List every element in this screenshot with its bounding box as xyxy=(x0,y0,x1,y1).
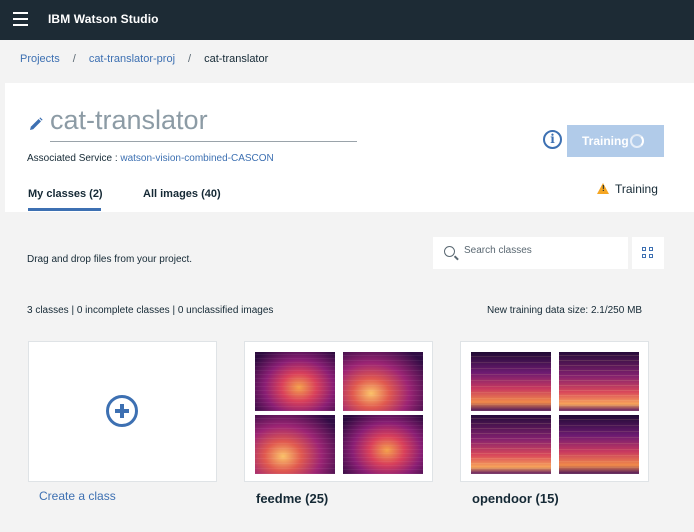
menu-icon[interactable] xyxy=(13,12,28,26)
training-data-size: New training data size: 2.1/250 MB xyxy=(487,305,643,316)
class-thumbnail xyxy=(559,415,639,474)
search-box[interactable] xyxy=(433,237,628,269)
model-name-field[interactable]: cat-translator xyxy=(50,105,357,142)
create-class-link[interactable]: Create a class xyxy=(39,489,116,503)
class-thumbnail xyxy=(343,352,423,411)
associated-service-label: Associated Service : xyxy=(27,153,121,164)
drag-drop-hint: Drag and drop files from your project. xyxy=(27,254,193,265)
top-bar: IBM Watson Studio xyxy=(0,0,694,40)
tab-all-images[interactable]: All images (40) xyxy=(143,188,221,208)
tab-my-classes[interactable]: My classes (2) xyxy=(28,188,103,211)
class-thumbnail xyxy=(255,352,335,411)
train-button[interactable]: Training xyxy=(567,125,664,157)
create-class-card[interactable] xyxy=(28,341,217,482)
add-icon xyxy=(106,395,138,427)
app-title: IBM Watson Studio xyxy=(48,12,159,26)
class-thumbnail xyxy=(471,415,551,474)
class-name-opendoor[interactable]: opendoor (15) xyxy=(472,491,559,506)
class-card-feedme[interactable] xyxy=(244,341,433,482)
breadcrumb-separator: / xyxy=(188,53,192,65)
breadcrumb-project[interactable]: cat-translator-proj xyxy=(89,53,175,65)
class-name-feedme[interactable]: feedme (25) xyxy=(256,491,328,506)
class-thumbnail xyxy=(559,352,639,411)
breadcrumb: Projects / cat-translator-proj / cat-transla… xyxy=(20,53,268,65)
search-icon xyxy=(444,246,455,257)
class-stats: 3 classes | 0 incomplete classes | 0 unc… xyxy=(27,305,274,316)
class-thumbnail xyxy=(255,415,335,474)
info-icon[interactable]: i xyxy=(543,130,562,149)
breadcrumb-separator: / xyxy=(72,53,76,65)
pencil-icon[interactable] xyxy=(29,117,43,131)
breadcrumb-current: cat-translator xyxy=(204,53,269,65)
training-status-label: Training xyxy=(615,182,658,196)
warning-icon xyxy=(597,183,609,194)
class-thumbnail xyxy=(471,352,551,411)
spinner-icon xyxy=(630,134,644,148)
class-card-opendoor[interactable] xyxy=(460,341,649,482)
associated-service-link[interactable]: watson-vision-combined-CASCON xyxy=(120,153,273,164)
training-status: Training xyxy=(597,182,658,196)
grid-view-button[interactable] xyxy=(632,237,664,269)
associated-service: Associated Service : watson-vision-combi… xyxy=(27,153,274,164)
search-input[interactable] xyxy=(464,245,614,256)
breadcrumb-projects[interactable]: Projects xyxy=(20,53,60,65)
class-thumbnail xyxy=(343,415,423,474)
train-button-label: Training xyxy=(582,134,629,148)
